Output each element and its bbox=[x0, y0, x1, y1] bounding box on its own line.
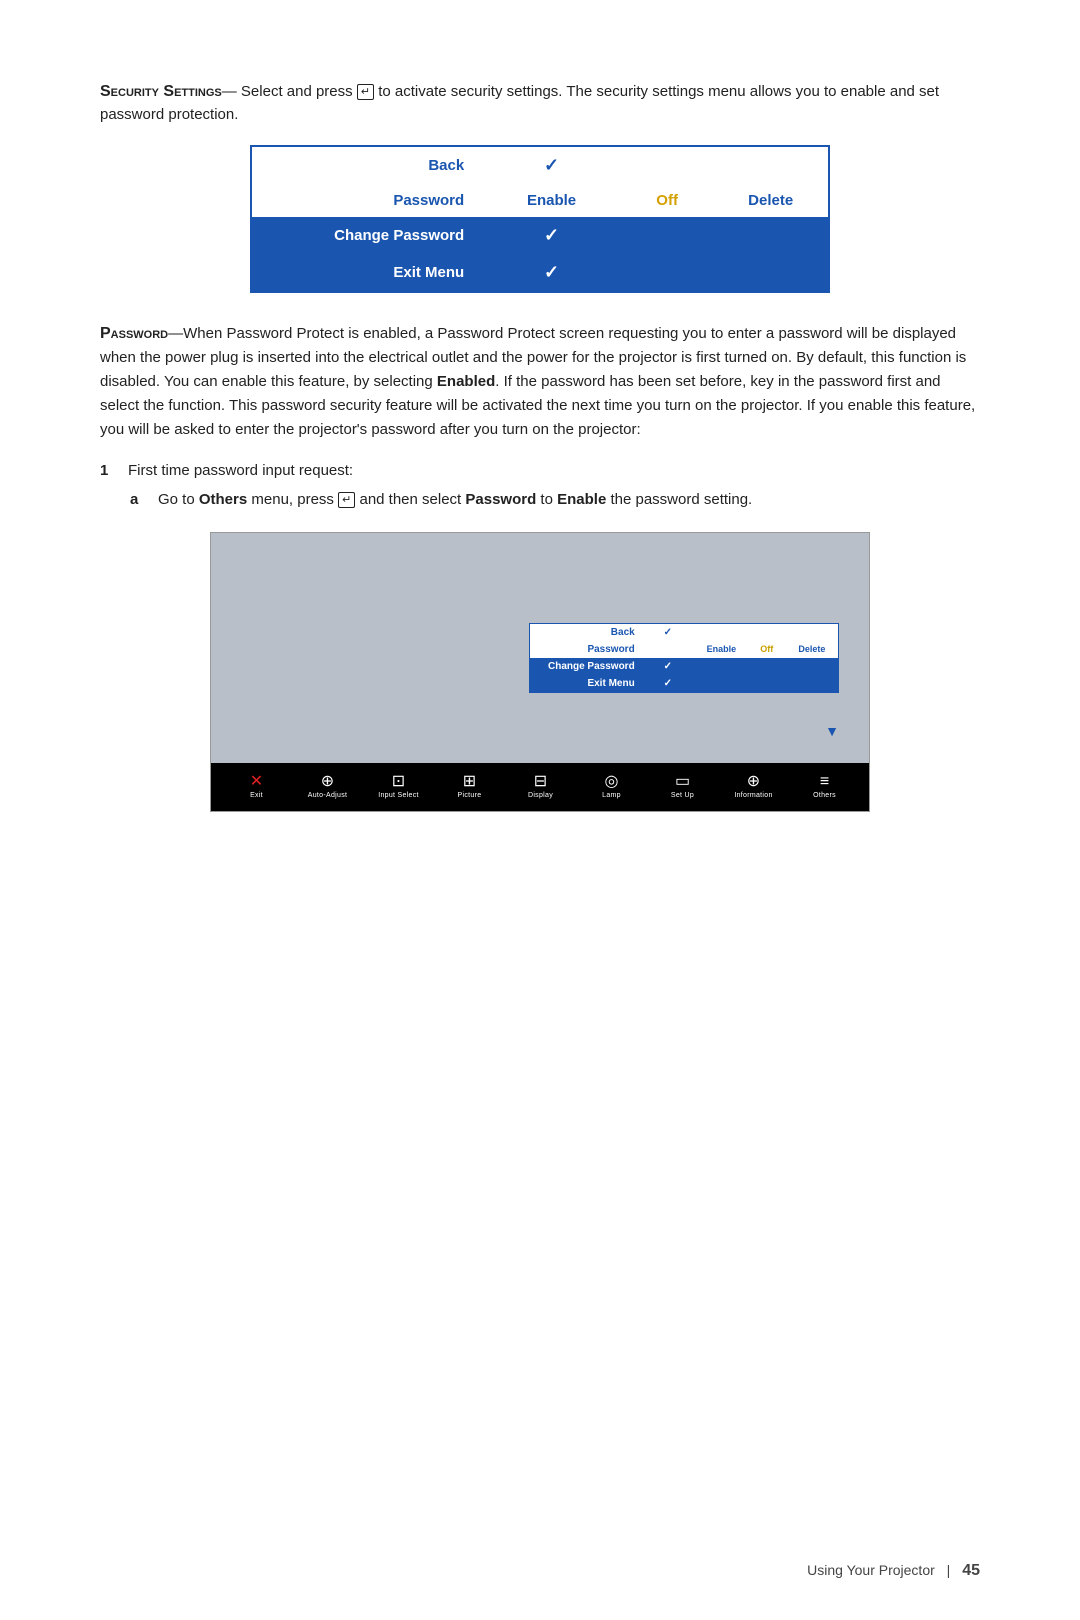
list-item-1: 1 First time password input request: bbox=[100, 462, 980, 479]
table-row: Exit Menu ✓ bbox=[251, 254, 829, 292]
page-footer: Using Your Projector | 45 bbox=[807, 1562, 980, 1580]
menu-item-exit-check: ✓ bbox=[482, 254, 621, 292]
display-label: Display bbox=[528, 792, 553, 799]
lamp-label: Lamp bbox=[602, 792, 621, 799]
scroll-arrow-icon: ▼ bbox=[825, 723, 839, 739]
mini-back-label: Back bbox=[530, 623, 641, 641]
enter-icon-2: ↵ bbox=[338, 492, 355, 508]
page-content: Security Settings— Select and press ↵ to… bbox=[0, 0, 1080, 872]
exit-icon: ✕ bbox=[250, 774, 263, 790]
lamp-icon: ◎ bbox=[605, 774, 619, 790]
enabled-word: Enabled bbox=[437, 373, 495, 390]
intro-paragraph: Security Settings— Select and press ↵ to… bbox=[100, 80, 980, 127]
menu-item-password-delete: Delete bbox=[713, 184, 829, 217]
toolbar-exit: ✕ Exit bbox=[229, 774, 284, 799]
list-letter-a: a bbox=[130, 489, 154, 512]
mini-table-row: Change Password ✓ bbox=[530, 658, 839, 675]
table-row: Password Enable Off Delete bbox=[251, 184, 829, 217]
input-select-icon: ⊡ bbox=[392, 774, 405, 790]
toolbar-information: ⊕ Information bbox=[726, 774, 781, 799]
mini-table-row: Back ✓ bbox=[530, 623, 839, 641]
password-heading: Password bbox=[100, 325, 168, 342]
toolbar-lamp: ◎ Lamp bbox=[584, 774, 639, 799]
toolbar-setup: ▭ Set Up bbox=[655, 774, 710, 799]
mini-password-off: Off bbox=[748, 641, 786, 658]
mini-password-delete: Delete bbox=[786, 641, 839, 658]
toolbar-others: ≡ Others bbox=[797, 774, 852, 799]
toolbar-input-select: ⊡ Input Select bbox=[371, 774, 426, 799]
information-label: Information bbox=[734, 792, 772, 799]
toolbar-auto-adjust: ⊕ Auto-Adjust bbox=[300, 774, 355, 799]
mini-exit-label: Exit Menu bbox=[530, 675, 641, 693]
menu-item-exit-label: Exit Menu bbox=[251, 254, 482, 292]
menu-item-change-password-label: Change Password bbox=[251, 217, 482, 254]
table-row: Back ✓ bbox=[251, 146, 829, 184]
mini-back-check: ✓ bbox=[641, 623, 695, 641]
password-description: Password—When Password Protect is enable… bbox=[100, 321, 980, 443]
footer-text: Using Your Projector bbox=[807, 1562, 935, 1578]
input-select-label: Input Select bbox=[378, 792, 419, 799]
table-row: Change Password ✓ bbox=[251, 217, 829, 254]
information-icon: ⊕ bbox=[747, 774, 760, 790]
mini-password-enable: Enable bbox=[695, 641, 748, 658]
mini-password-label: Password bbox=[530, 641, 641, 658]
picture-icon: ⊞ bbox=[463, 774, 476, 790]
others-label: Others bbox=[813, 792, 836, 799]
list-number-1: 1 bbox=[100, 462, 124, 479]
exit-label: Exit bbox=[250, 792, 263, 799]
menu-item-password-enable: Enable bbox=[482, 184, 621, 217]
others-word: Others bbox=[199, 491, 247, 508]
menu-item-change-password-check: ✓ bbox=[482, 217, 621, 254]
projector-screenshot: Back ✓ Password Enable Off Delete Change… bbox=[210, 532, 870, 812]
mini-menu-table: Back ✓ Password Enable Off Delete Change… bbox=[529, 623, 839, 693]
auto-adjust-icon: ⊕ bbox=[321, 774, 334, 790]
mini-exit-check: ✓ bbox=[641, 675, 695, 693]
mini-security-menu: Back ✓ Password Enable Off Delete Change… bbox=[529, 623, 839, 693]
menu-item-back-label: Back bbox=[251, 146, 482, 184]
list-item-a-text: Go to Others menu, press ↵ and then sele… bbox=[158, 489, 752, 512]
mini-table-row: Password Enable Off Delete bbox=[530, 641, 839, 658]
others-icon: ≡ bbox=[820, 774, 829, 790]
setup-label: Set Up bbox=[671, 792, 694, 799]
toolbar-display: ⊟ Display bbox=[513, 774, 568, 799]
password-word: Password bbox=[465, 491, 536, 508]
mini-table-row: Exit Menu ✓ bbox=[530, 675, 839, 693]
security-menu-table: Back ✓ Password Enable Off Delete Change… bbox=[250, 145, 830, 293]
menu-item-password-off: Off bbox=[621, 184, 713, 217]
enable-word: Enable bbox=[557, 491, 606, 508]
page-number: 45 bbox=[962, 1562, 980, 1579]
mini-change-password-check: ✓ bbox=[641, 658, 695, 675]
enter-icon: ↵ bbox=[357, 84, 374, 100]
setup-icon: ▭ bbox=[675, 774, 690, 790]
toolbar-picture: ⊞ Picture bbox=[442, 774, 497, 799]
mini-change-password-label: Change Password bbox=[530, 658, 641, 675]
section-heading: Security Settings bbox=[100, 83, 222, 100]
list-item-1-text: First time password input request: bbox=[128, 462, 353, 479]
list-item-a: a Go to Others menu, press ↵ and then se… bbox=[130, 489, 980, 512]
display-icon: ⊟ bbox=[534, 774, 547, 790]
picture-label: Picture bbox=[458, 792, 482, 799]
menu-item-back-check: ✓ bbox=[482, 146, 621, 184]
auto-adjust-label: Auto-Adjust bbox=[308, 792, 348, 799]
menu-item-password-label: Password bbox=[251, 184, 482, 217]
projector-toolbar: ✕ Exit ⊕ Auto-Adjust ⊡ Input Select ⊞ Pi… bbox=[211, 763, 869, 811]
